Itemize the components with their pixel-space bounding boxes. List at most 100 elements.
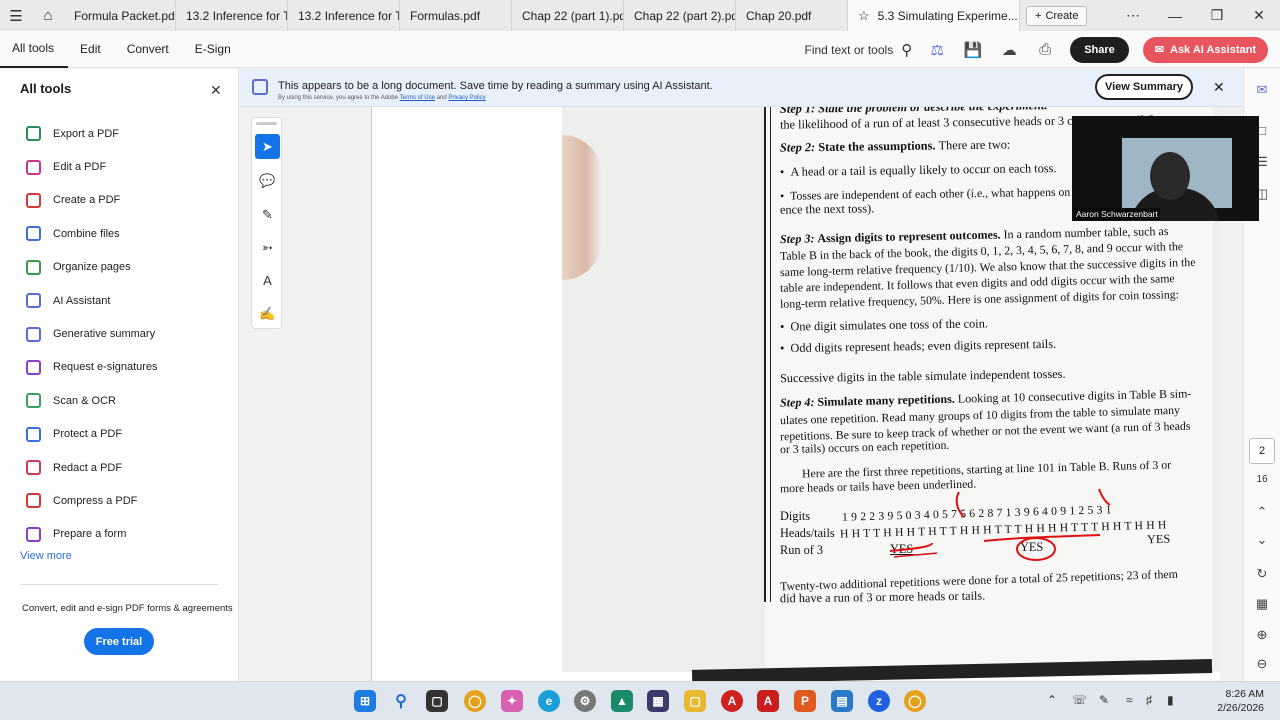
tab-5-3-simulating[interactable]: ☆ 5.3 Simulating Experime... ✕: [848, 0, 1020, 31]
rotate-icon[interactable]: ↻: [1253, 565, 1271, 583]
menu-all-tools[interactable]: All tools: [0, 31, 69, 68]
privacy-policy-link[interactable]: Privacy Policy: [448, 95, 485, 101]
page-fit-icon[interactable]: ▦: [1253, 595, 1271, 613]
tab-13-2-inference-2[interactable]: 13.2 Inference for T...: [288, 0, 400, 31]
tool-redact-pdf[interactable]: Redact a PDF: [26, 451, 158, 484]
create-button[interactable]: + Create: [1026, 5, 1088, 26]
tool-create-pdf[interactable]: Create a PDF: [26, 184, 158, 217]
participant-name: Aaron Schwarzenbart: [1074, 208, 1160, 220]
edge-icon[interactable]: e: [538, 690, 560, 712]
tab-13-2-inference-1[interactable]: 13.2 Inference for T...: [176, 0, 288, 31]
run-of-3-label: Run of 3: [780, 543, 824, 557]
zoom-out-icon[interactable]: ⊖: [1253, 655, 1271, 673]
tool-export-pdf[interactable]: Export a PDF: [26, 117, 158, 150]
yes-marker: YES: [890, 542, 914, 556]
view-more-link[interactable]: View more: [20, 550, 72, 562]
tab-formula-packet[interactable]: Formula Packet.pdf: [64, 0, 176, 31]
tool-scan-ocr[interactable]: Scan & OCR: [26, 384, 158, 417]
close-banner-icon[interactable]: ✕: [1213, 79, 1225, 96]
zoom-in-icon[interactable]: ⊕: [1253, 626, 1271, 644]
star-icon[interactable]: ☆: [858, 8, 870, 24]
video-call-thumbnail[interactable]: Aaron Schwarzenbart: [1072, 116, 1259, 221]
tool-generative-summary[interactable]: Generative summary: [26, 317, 158, 350]
task-view-icon[interactable]: ▢: [426, 690, 448, 712]
close-panel-icon[interactable]: ✕: [210, 82, 222, 99]
ask-ai-assistant-button[interactable]: ✉ Ask AI Assistant: [1142, 36, 1268, 63]
more-options-icon[interactable]: ⋯: [1112, 0, 1154, 31]
free-trial-button[interactable]: Free trial: [84, 628, 154, 655]
menu-esign[interactable]: E-Sign: [183, 31, 245, 68]
previous-page-icon[interactable]: ⌃: [1253, 503, 1271, 521]
step2-line: Step 2: State the assumptions. There are…: [780, 137, 1010, 155]
chrome-icon[interactable]: ◯: [464, 690, 486, 712]
file-explorer-icon[interactable]: ▢: [684, 690, 706, 712]
minimize-icon[interactable]: —: [1154, 0, 1196, 31]
drag-handle[interactable]: [256, 122, 277, 125]
copilot-icon[interactable]: ✦: [501, 690, 523, 712]
text-box-icon[interactable]: A: [255, 268, 280, 293]
tool-protect-pdf[interactable]: Protect a PDF: [26, 418, 158, 451]
find-text-tools[interactable]: Find text or tools ⚲: [804, 41, 912, 59]
tool-ai-assistant[interactable]: AI Assistant: [26, 284, 158, 317]
save-icon[interactable]: 💾: [962, 39, 984, 61]
menu-right-tools: Find text or tools ⚲ ⚖ 💾 ☁ ⎙ Share ✉ Ask …: [804, 31, 1268, 68]
tool-label: Generative summary: [53, 328, 156, 341]
start-icon[interactable]: ⊞: [354, 690, 376, 712]
next-page-icon[interactable]: ⌄: [1253, 531, 1271, 549]
fine-print-and: and: [436, 95, 447, 101]
tool-compress-pdf[interactable]: Compress a PDF: [26, 484, 158, 517]
close-window-icon[interactable]: ✕: [1238, 0, 1280, 31]
whiteboard-icon[interactable]: ▤: [831, 690, 853, 712]
current-page-number[interactable]: 2: [1249, 438, 1275, 464]
tab-strip: Formula Packet.pdf 13.2 Inference for T.…: [64, 0, 1020, 31]
select-cursor-icon[interactable]: ➤: [255, 134, 280, 159]
hamburger-menu-icon[interactable]: ☰: [0, 0, 32, 31]
search-icon[interactable]: ⚲: [390, 690, 412, 712]
highlight-pen-icon[interactable]: ✎: [255, 202, 280, 227]
menu-convert[interactable]: Convert: [115, 31, 183, 68]
tool-combine-files[interactable]: Combine files: [26, 217, 158, 250]
step2-rest: There are two:: [938, 137, 1011, 153]
tab-chap-22-part-1[interactable]: Chap 22 (part 1).pdf: [512, 0, 624, 31]
powerpoint-icon[interactable]: P: [794, 690, 816, 712]
draw-lasso-icon[interactable]: ➳: [255, 235, 280, 260]
pen-icon[interactable]: ✎: [1099, 693, 1109, 707]
upload-cloud-icon[interactable]: ☁: [998, 39, 1020, 61]
terms-of-use-link[interactable]: Terms of Use: [400, 95, 435, 101]
window-controls: ⋯ — ❐ ✕: [1112, 0, 1280, 31]
tab-chap-22-part-2[interactable]: Chap 22 (part 2).pdf: [624, 0, 736, 31]
ai-assistant-rail-icon[interactable]: ✉: [1253, 81, 1271, 99]
battery-icon[interactable]: ▮: [1167, 693, 1174, 707]
print-icon[interactable]: ⎙: [1034, 39, 1056, 61]
comment-icon[interactable]: 💬: [255, 168, 280, 193]
calculator-icon[interactable]: ▦: [647, 690, 669, 712]
ai-tools-icon[interactable]: ⚖: [926, 39, 948, 61]
tool-edit-pdf[interactable]: Edit a PDF: [26, 150, 158, 183]
step3-bold: Assign digits to represent outcomes.: [817, 227, 1001, 246]
heads-tails-label: Heads/tails: [780, 526, 835, 540]
network-devices-icon[interactable]: ☏: [1072, 693, 1087, 707]
tool-request-esignatures[interactable]: Request e-signatures: [26, 351, 158, 384]
volume-muted-icon[interactable]: ♯: [1146, 693, 1152, 707]
show-hidden-icons-icon[interactable]: ⌃: [1047, 693, 1057, 707]
settings-gear-icon[interactable]: ⚙: [574, 690, 596, 712]
redact-pdf-icon: [26, 460, 41, 476]
tab-formulas[interactable]: Formulas.pdf: [400, 0, 512, 31]
chrome-profile-icon[interactable]: ◯: [904, 690, 926, 712]
acrobat-icon[interactable]: A: [757, 690, 779, 712]
share-button[interactable]: Share: [1070, 36, 1129, 63]
tool-organize-pages[interactable]: Organize pages: [26, 251, 158, 284]
tool-prepare-form[interactable]: Prepare a form: [26, 518, 158, 551]
create-pdf-icon: [26, 192, 41, 208]
zoom-icon[interactable]: z: [868, 690, 890, 712]
view-summary-button[interactable]: View Summary: [1095, 74, 1193, 100]
wifi-icon[interactable]: ≈: [1126, 693, 1133, 707]
system-clock[interactable]: 8:26 AM 2/26/2026: [1196, 687, 1264, 715]
home-icon[interactable]: ⌂: [32, 0, 64, 31]
sign-icon[interactable]: ✍: [255, 301, 280, 326]
menu-edit[interactable]: Edit: [68, 31, 115, 68]
tab-chap-20[interactable]: Chap 20.pdf: [736, 0, 848, 31]
photos-icon[interactable]: ▲: [611, 690, 633, 712]
acrobat-reader-icon[interactable]: A: [721, 690, 743, 712]
restore-icon[interactable]: ❐: [1196, 0, 1238, 31]
